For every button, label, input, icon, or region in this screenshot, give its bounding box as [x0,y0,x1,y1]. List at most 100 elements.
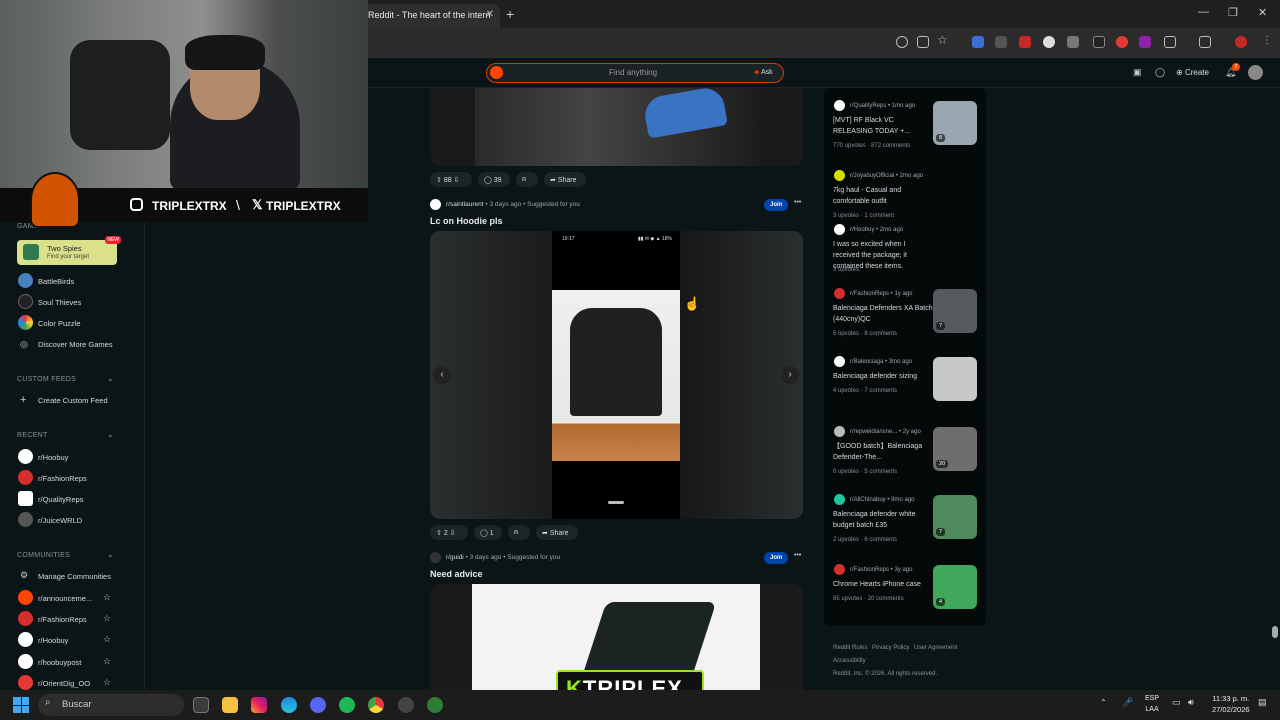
new-tab-button[interactable]: + [506,6,514,22]
chrome-icon[interactable] [368,697,384,713]
tab-search-icon[interactable] [1199,36,1211,48]
extension-4-icon[interactable] [1043,36,1055,48]
carousel-prev-button[interactable]: ‹ [433,366,451,384]
subreddit-icon[interactable] [430,199,441,210]
post-title[interactable]: Need advice [430,569,483,579]
recent-section-label[interactable]: RECENT [17,432,48,439]
favorite-star-icon[interactable]: ☆ [103,656,111,667]
recent-item-fashionreps[interactable]: r/FashionReps [38,474,87,483]
recent-item-qualityreps[interactable]: r/QualityReps [38,495,83,504]
chevron-down-icon[interactable]: ⌄ [107,374,114,383]
award-button[interactable]: ⍝ [516,172,538,187]
search-input[interactable]: Find anything [540,68,726,77]
subreddit-icon[interactable] [430,552,441,563]
vote-pill[interactable]: ⇧ 2 ⇩ [430,525,468,540]
recent-post-thumbnail[interactable]: 4 [933,565,977,609]
footer-user-agreement[interactable]: User Agreement [914,645,957,651]
communities-section-label[interactable]: COMMUNITIES [17,552,70,559]
discord-icon[interactable] [310,697,326,713]
chat-icon[interactable]: ◯ [1155,67,1165,78]
chevron-down-icon[interactable]: ⌄ [107,430,114,439]
carousel-next-button[interactable]: › [781,366,799,384]
recent-post-title[interactable]: [MVT] RF Black VC RELEASING TODAY +... [833,115,933,137]
ask-button[interactable]: ◈ Ask [754,68,773,76]
windows-start-icon[interactable] [13,697,29,713]
sidebar-game-color-puzzle[interactable]: Color Puzzle [38,319,81,328]
zoom-icon[interactable] [896,36,908,48]
more-options-icon[interactable]: ••• [794,199,801,206]
more-options-icon[interactable]: ••• [794,552,801,559]
profile-avatar[interactable] [1235,36,1247,48]
scrollbar-thumb[interactable] [1272,626,1278,638]
instagram-app-icon[interactable] [251,697,267,713]
join-button[interactable]: Join [764,552,789,564]
file-explorer-icon[interactable] [222,697,238,713]
user-avatar[interactable] [1248,65,1263,80]
recent-post-thumbnail[interactable]: 7 [933,289,977,333]
vote-pill[interactable]: ⇧ 88 ⇩ [430,172,472,187]
maximize-button[interactable]: ❐ [1228,6,1238,19]
subreddit-link[interactable]: r/guidi [446,554,464,561]
notification-center-icon[interactable]: ▤ [1258,697,1267,708]
extension-8-icon[interactable] [1139,36,1151,48]
join-button[interactable]: Join [764,199,789,211]
favorite-star-icon[interactable]: ☆ [103,592,111,603]
recent-post-thumbnail[interactable] [933,357,977,401]
recent-post-thumbnail[interactable]: 7 [933,495,977,539]
bookmark-star-icon[interactable]: ☆ [937,33,948,47]
community-hoobuypost[interactable]: r/hoobuypost [38,658,81,667]
manage-communities-link[interactable]: Manage Communities [38,572,111,581]
sidebar-game-soul-thieves[interactable]: Soul Thieves [38,298,81,307]
share-button[interactable]: ➦ Share [536,525,578,540]
recent-post-title[interactable]: Balenciaga defender white budget batch £… [833,509,933,531]
recent-post-thumbnail[interactable]: 8 [933,101,977,145]
post-media-carousel[interactable]: 19:17 ▮▮ ✉ ◆ ▲ 18% ‹ › [430,231,803,519]
favorite-star-icon[interactable]: ☆ [103,634,111,645]
footer-accessibility[interactable]: Accessibility [833,658,866,664]
language-indicator[interactable]: ESP LAA [1145,693,1159,715]
recent-post-thumbnail[interactable]: 20 [933,427,977,471]
cast-icon[interactable] [917,36,929,48]
comments-button[interactable]: ◯ 39 [478,172,510,187]
edge-icon[interactable] [281,697,297,713]
recent-post-title[interactable]: 【GOOD batch】Balenciaga Defender-The... [833,441,933,463]
favorite-star-icon[interactable]: ☆ [103,613,111,624]
featured-game-two-spies[interactable]: Two Spies Find your target NEW [17,236,121,265]
tab-close-icon[interactable]: ✕ [486,9,494,20]
share-button[interactable]: ➦ Share [544,172,586,187]
minimize-button[interactable]: — [1198,6,1209,18]
taskbar-search-label[interactable]: Buscar [62,699,92,710]
community-orientdig[interactable]: r/OrientDig_OO [38,679,90,688]
volume-icon[interactable]: 🔊︎ [1188,697,1194,708]
chevron-down-icon[interactable]: ⌄ [107,550,114,559]
browser-menu-icon[interactable]: ⋮ [1262,35,1272,46]
recent-post-title[interactable]: 7kg haul - Casual and comfortable outfit [833,185,933,207]
recent-item-hoobuy[interactable]: r/Hoobuy [38,453,68,462]
recent-post-title[interactable]: Chrome Hearts iPhone case [833,579,933,590]
spotify-icon[interactable] [339,697,355,713]
extension-3-icon[interactable] [1019,36,1031,48]
extensions-puzzle-icon[interactable] [1164,36,1176,48]
task-view-icon[interactable] [193,697,209,713]
network-icon[interactable]: ▭ [1172,697,1181,708]
app-icon[interactable] [427,697,443,713]
create-custom-feed-link[interactable]: Create Custom Feed [38,396,108,405]
favorite-star-icon[interactable]: ☆ [103,677,111,688]
obs-icon[interactable] [398,697,414,713]
sidebar-discover-games[interactable]: Discover More Games [38,340,113,349]
footer-privacy-policy[interactable]: Privacy Policy [872,645,909,651]
extension-6-icon[interactable] [1093,36,1105,48]
recent-post-title[interactable]: Balenciaga Defenders XA Batch (440cny)QC [833,303,933,325]
community-announcements[interactable]: r/announceme... [38,594,92,603]
microphone-icon[interactable]: 🎤︎ [1122,697,1133,708]
footer-reddit-rules[interactable]: Reddit Rules [833,645,867,651]
tray-chevron-icon[interactable]: ⌃ [1100,698,1107,707]
browser-tab[interactable]: Reddit - The heart of the intern ✕ [362,4,500,28]
subreddit-link[interactable]: r/saintlaurent [446,201,484,208]
advertise-icon[interactable]: ▣ [1133,67,1142,78]
taskbar-search-box[interactable] [38,694,184,716]
comments-button[interactable]: ◯ 1 [474,525,502,540]
extension-2-icon[interactable] [995,36,1007,48]
post-media[interactable] [430,88,803,166]
system-clock[interactable]: 11:33 p. m. 27/02/2026 [1212,693,1250,715]
